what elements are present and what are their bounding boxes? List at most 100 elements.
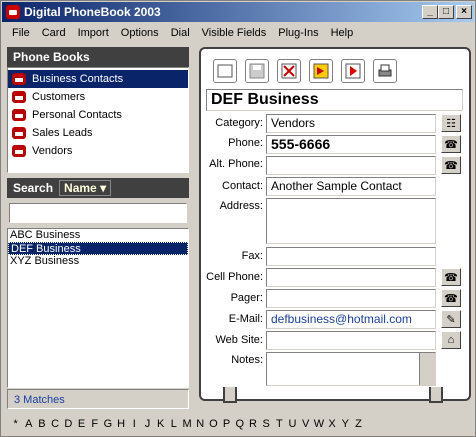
category-list-button[interactable]: ☷ <box>441 114 461 132</box>
alpha-j[interactable]: J <box>141 418 154 430</box>
address-label: Address: <box>219 200 263 212</box>
menu-help[interactable]: Help <box>325 27 360 39</box>
dial-cell-phone-button[interactable]: ☎ <box>441 268 461 286</box>
play-arrow-icon <box>345 63 361 79</box>
menu-options[interactable]: Options <box>115 27 165 39</box>
dial-phone-button[interactable]: ☎ <box>441 135 461 153</box>
alpha-e[interactable]: E <box>75 418 88 430</box>
phonebook-item-vendors[interactable]: Vendors <box>8 142 188 160</box>
result-item-xyz[interactable]: XYZ Business <box>8 255 188 268</box>
house-icon: ⌂ <box>447 334 455 346</box>
menu-import[interactable]: Import <box>72 27 115 39</box>
alpha-r[interactable]: R <box>246 418 259 430</box>
menu-dial[interactable]: Dial <box>165 27 196 39</box>
result-item-def[interactable]: DEF Business <box>8 242 188 255</box>
alpha-w[interactable]: W <box>312 418 325 430</box>
search-field-select[interactable]: Name ▾ <box>59 180 112 196</box>
phone-field[interactable]: 555-6666 <box>266 135 436 154</box>
cell-phone-label: Cell Phone: <box>206 271 263 283</box>
phonebook-icon <box>12 73 26 85</box>
contact-field[interactable]: Another Sample Contact <box>266 177 436 196</box>
notes-scrollbar[interactable] <box>419 353 435 385</box>
notes-label: Notes: <box>231 354 263 366</box>
rolodex-tab-left <box>223 387 237 403</box>
dial-alt-phone-button[interactable]: ☎ <box>441 156 461 174</box>
result-item-abc[interactable]: ABC Business <box>8 229 188 242</box>
menu-card[interactable]: Card <box>36 27 72 39</box>
menu-plug-ins[interactable]: Plug-Ins <box>272 27 324 39</box>
alphabet-bar: * A B C D E F G H I J K L M N O P Q R S … <box>3 413 473 435</box>
alpha-f[interactable]: F <box>88 418 101 430</box>
alt-phone-label: Alt. Phone: <box>209 158 263 170</box>
alpha-t[interactable]: T <box>273 418 286 430</box>
phone-dial-icon: ☎ <box>444 292 458 305</box>
search-input[interactable] <box>9 203 187 223</box>
alpha-g[interactable]: G <box>101 418 114 430</box>
open-website-button[interactable]: ⌂ <box>441 331 461 349</box>
alpha-b[interactable]: B <box>35 418 48 430</box>
website-field[interactable] <box>266 331 436 350</box>
alpha-v[interactable]: V <box>299 418 312 430</box>
matches-status: 3 Matches <box>7 389 189 409</box>
fax-field[interactable] <box>266 247 436 266</box>
alpha-all[interactable]: * <box>9 418 22 430</box>
menu-file[interactable]: File <box>6 27 36 39</box>
delete-button[interactable] <box>277 59 301 83</box>
phone-label: Phone: <box>228 137 263 149</box>
close-button[interactable]: × <box>456 5 472 19</box>
phonebook-item-customers[interactable]: Customers <box>8 88 188 106</box>
alpha-p[interactable]: P <box>220 418 233 430</box>
blank-card-icon <box>217 64 233 78</box>
card-name-field[interactable]: DEF Business <box>206 89 463 111</box>
alpha-c[interactable]: C <box>49 418 62 430</box>
alpha-s[interactable]: S <box>260 418 273 430</box>
send-email-button[interactable]: ✎ <box>441 310 461 328</box>
print-button[interactable] <box>373 59 397 83</box>
rolodex-tab-right <box>429 387 443 403</box>
category-field[interactable]: Vendors <box>266 114 436 133</box>
alpha-u[interactable]: U <box>286 418 299 430</box>
minimize-button[interactable]: _ <box>422 5 438 19</box>
alpha-h[interactable]: H <box>115 418 128 430</box>
window-title: Digital PhoneBook 2003 <box>24 5 161 19</box>
new-card-button[interactable] <box>213 59 237 83</box>
chevron-down-icon: ▾ <box>100 181 107 195</box>
menu-visible-fields[interactable]: Visible Fields <box>196 27 273 39</box>
save-button[interactable] <box>245 59 269 83</box>
phonebook-icon <box>12 127 26 139</box>
address-field[interactable] <box>266 198 436 244</box>
alpha-q[interactable]: Q <box>233 418 246 430</box>
maximize-button[interactable]: □ <box>438 5 454 19</box>
red-x-icon <box>281 63 297 79</box>
phonebook-icon <box>12 91 26 103</box>
alpha-n[interactable]: N <box>194 418 207 430</box>
alpha-k[interactable]: K <box>154 418 167 430</box>
alpha-l[interactable]: L <box>167 418 180 430</box>
search-header: Search Name ▾ <box>7 178 189 198</box>
dial-pager-button[interactable]: ☎ <box>441 289 461 307</box>
app-window: Digital PhoneBook 2003 _ □ × File Card I… <box>0 0 476 437</box>
phonebook-item-personal-contacts[interactable]: Personal Contacts <box>8 106 188 124</box>
phonebooks-header: Phone Books <box>7 47 189 67</box>
alpha-i[interactable]: I <box>128 418 141 430</box>
phonebook-item-sales-leads[interactable]: Sales Leads <box>8 124 188 142</box>
alt-phone-field[interactable] <box>266 156 436 175</box>
dial-button[interactable] <box>309 59 333 83</box>
next-card-button[interactable] <box>341 59 365 83</box>
alpha-o[interactable]: O <box>207 418 220 430</box>
phonebook-item-business-contacts[interactable]: Business Contacts <box>8 70 188 88</box>
alpha-d[interactable]: D <box>62 418 75 430</box>
email-field[interactable]: defbusiness@hotmail.com <box>266 310 436 329</box>
pager-field[interactable] <box>266 289 436 308</box>
alpha-y[interactable]: Y <box>339 418 352 430</box>
alpha-x[interactable]: X <box>326 418 339 430</box>
alpha-m[interactable]: M <box>180 418 193 430</box>
phonebooks-list: Business Contacts Customers Personal Con… <box>7 67 189 173</box>
category-label: Category: <box>215 117 263 129</box>
phonebook-icon <box>12 109 26 121</box>
alpha-z[interactable]: Z <box>352 418 365 430</box>
notes-field[interactable] <box>266 352 436 386</box>
printer-icon <box>378 64 392 77</box>
cell-phone-field[interactable] <box>266 268 436 287</box>
alpha-a[interactable]: A <box>22 418 35 430</box>
